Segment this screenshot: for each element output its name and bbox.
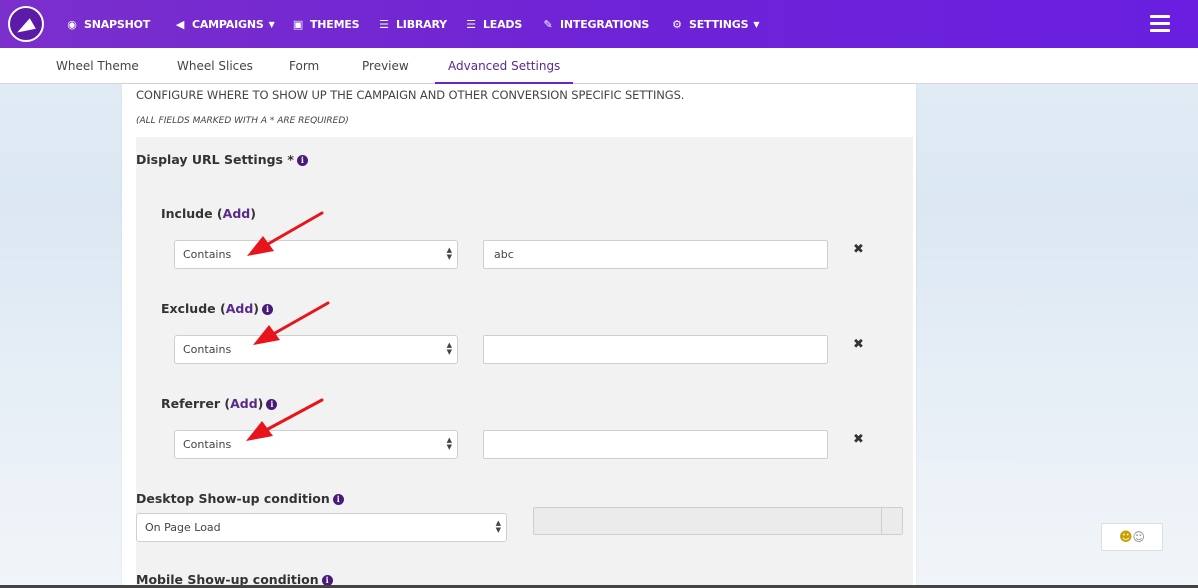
select-arrows-icon: ▲ ▼ (446, 436, 452, 451)
tab-form[interactable]: Form (289, 48, 319, 84)
nav-integrations[interactable]: ✎ INTEGRATIONS (542, 0, 649, 48)
select-arrows-icon: ▲ ▼ (446, 341, 452, 356)
top-navbar: ◉ SNAPSHOT ◀ CAMPAIGNS ▼ ▣ THEMES ☰ LIBRARY ☰… (0, 0, 1198, 48)
include-heading: Include (Add) (161, 206, 256, 221)
desktop-showup-title: Desktop Show-up condition i (136, 491, 344, 506)
nav-settings[interactable]: ⚙ SETTINGS ▼ (671, 0, 759, 48)
info-icon[interactable]: i (262, 304, 273, 315)
campaign-tabs: Wheel Theme Wheel Slices Form Preview Ad… (0, 48, 1198, 84)
tab-wheel-theme[interactable]: Wheel Theme (56, 48, 139, 84)
cogs-icon: ⚙ (672, 17, 682, 31)
referrer-match-select[interactable]: Contains ▲ ▼ (174, 430, 458, 459)
list-alt-icon: ☰ (379, 17, 389, 31)
configure-description: CONFIGURE WHERE TO SHOW UP THE CAMPAIGN … (136, 88, 685, 102)
desktop-showup-value-input (533, 507, 903, 535)
nav-library[interactable]: ☰ LIBRARY (378, 0, 447, 48)
referrer-heading: Referrer (Add) i (161, 396, 278, 411)
emoji-add-icon: ☻ (1118, 530, 1133, 545)
include-add-link[interactable]: Add (223, 206, 251, 221)
info-icon[interactable]: i (266, 399, 278, 410)
select-arrows-icon: ▲ ▼ (446, 246, 452, 261)
tab-advanced-settings[interactable]: Advanced Settings (435, 48, 574, 84)
nav-leads[interactable]: ☰ LEADS (465, 0, 522, 48)
exclude-remove-icon[interactable]: ✖ (853, 337, 864, 352)
referrer-url-input[interactable] (483, 430, 828, 459)
tab-preview[interactable]: Preview (362, 48, 409, 84)
exclude-match-select[interactable]: Contains ▲ ▼ (174, 335, 458, 364)
include-match-select[interactable]: Contains ▲ ▼ (174, 240, 458, 269)
include-remove-icon[interactable]: ✖ (853, 242, 864, 257)
menu-hamburger-icon[interactable] (1150, 15, 1170, 32)
info-icon[interactable]: i (332, 494, 344, 505)
referrer-add-link[interactable]: Add (230, 396, 258, 411)
nav-campaigns[interactable]: ◀ CAMPAIGNS ▼ (174, 0, 275, 48)
include-url-input[interactable]: abc (483, 240, 828, 269)
image-icon: ▣ (292, 17, 304, 31)
plug-icon: ✎ (543, 17, 553, 31)
info-icon[interactable]: i (296, 155, 308, 166)
referrer-remove-icon[interactable]: ✖ (853, 432, 864, 447)
caret-down-icon: ▼ (268, 19, 275, 29)
tab-wheel-slices[interactable]: Wheel Slices (177, 48, 253, 84)
exclude-add-link[interactable]: Add (226, 301, 254, 316)
caret-down-icon: ▼ (753, 19, 760, 29)
wheel-wedge-icon (14, 18, 36, 38)
nav-snapshot[interactable]: ◉ SNAPSHOT (66, 0, 150, 48)
send-icon: ◀ (175, 17, 185, 31)
required-note: (ALL FIELDS MARKED WITH A * ARE REQUIRED… (136, 116, 349, 126)
nav-themes[interactable]: ▣ THEMES (292, 0, 360, 48)
exclude-url-input[interactable] (483, 335, 828, 364)
desktop-showup-select[interactable]: On Page Load ▲ ▼ (136, 513, 507, 542)
smiley-icon: ☺ (1132, 530, 1146, 544)
app-logo[interactable] (8, 6, 44, 42)
list-icon: ☰ (466, 17, 476, 31)
emoji-widget[interactable]: ☻☺ (1101, 523, 1163, 551)
select-arrows-icon: ▲ ▼ (495, 519, 501, 534)
display-url-title: Display URL Settings * i (136, 152, 308, 167)
dashboard-icon: ◉ (67, 17, 77, 31)
exclude-heading: Exclude (Add) i (161, 301, 273, 316)
